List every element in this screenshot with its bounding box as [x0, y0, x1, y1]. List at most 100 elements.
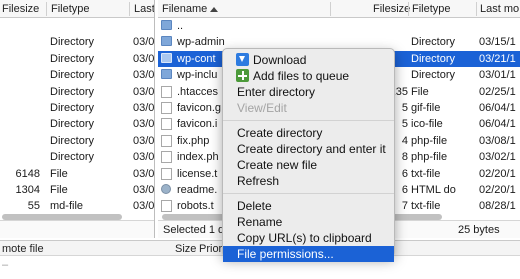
remote-row-last-modified: 03/01/1 [479, 69, 516, 82]
remote-col-last-modified[interactable]: Last mo [480, 3, 519, 15]
remote-row-filesize: 6 [401, 184, 408, 196]
menu-item-label: Refresh [237, 174, 280, 188]
remote-row-last-modified: 03/15/1 [479, 36, 516, 49]
local-file-row[interactable]: 55 md-file 03/0 [0, 198, 154, 214]
local-row-filetype: Directory [50, 118, 95, 131]
file-icon [161, 200, 172, 213]
remote-row-filesize: 8 [401, 151, 408, 164]
menu-item-label: Enter directory [237, 85, 316, 99]
remote-col-filetype[interactable]: Filetype [412, 3, 451, 15]
remote-row-last-modified: 02/20/1 [479, 167, 516, 180]
local-file-pane[interactable]: Filesize Filetype Last Directory 03/0 Dire… [0, 0, 155, 238]
remote-col-filesize[interactable]: Filesize [373, 3, 410, 15]
remote-row-filetype: gif-file [411, 102, 441, 114]
menu-item-add-files-to-queue[interactable]: Add files to queue [223, 68, 394, 84]
queue-col-size[interactable]: Size [175, 243, 196, 255]
remote-status-text: Selected 1 d [163, 224, 225, 236]
download-icon [236, 53, 249, 66]
file-icon [161, 102, 172, 114]
menu-item-enter-directory[interactable]: Enter directory [223, 84, 394, 100]
menu-item-file-permissions[interactable]: File permissions... [223, 246, 394, 262]
local-col-filetype[interactable]: Filetype [51, 3, 90, 15]
menu-item-label: Create directory [237, 126, 323, 140]
remote-row-filesize: 4 [401, 134, 408, 147]
local-row-last-modified: 03/0 [133, 118, 155, 131]
remote-row-last-modified: 06/04/1 [479, 118, 516, 131]
menu-item-view-edit[interactable]: View/Edit [223, 100, 394, 116]
local-status-bar [0, 220, 154, 238]
remote-row-filesize: 7 [401, 200, 408, 213]
context-menu: Download Add files to queue Enter director… [222, 48, 395, 262]
remote-row-last-modified: 06/04/1 [479, 102, 516, 114]
local-file-row[interactable]: 6148 File 03/0 [0, 166, 154, 182]
local-row-last-modified: 03/0 [133, 167, 155, 180]
local-col-last-modified[interactable]: Last [134, 3, 154, 15]
local-row-filetype: Directory [50, 52, 95, 65]
menu-separator [223, 120, 394, 121]
file-icon [161, 167, 172, 180]
menu-item-label: View/Edit [237, 101, 287, 115]
remote-row-filesize: 6 [401, 167, 408, 180]
remote-row-last-modified: 02/20/1 [479, 184, 516, 196]
local-file-row[interactable]: Directory 03/0 [0, 67, 154, 83]
local-file-row[interactable]: Directory 03/0 [0, 116, 154, 132]
remote-row-filetype: ico-file [411, 118, 443, 131]
queue-col-remote-file[interactable]: mote file [2, 243, 44, 255]
local-file-row[interactable]: Directory 03/0 [0, 34, 154, 50]
local-row-filetype: Directory [50, 85, 95, 98]
local-row-filetype: Directory [50, 151, 95, 164]
remote-row-filetype: php-file [411, 151, 448, 164]
menu-item-download[interactable]: Download [223, 52, 394, 68]
remote-row-filename: .htacces [177, 85, 218, 98]
local-file-row[interactable] [0, 18, 154, 34]
local-row-filesize: 6148 [15, 167, 40, 180]
remote-row-filename: favicon.g [177, 102, 222, 114]
menu-item-label: Create directory and enter it [237, 142, 386, 156]
local-row-last-modified: 03/0 [133, 200, 155, 213]
remote-row-filetype: txt-file [411, 200, 441, 213]
local-file-row[interactable]: Directory 03/0 [0, 133, 154, 149]
local-col-filesize[interactable]: Filesize [2, 3, 39, 15]
local-row-last-modified: 03/0 [133, 85, 155, 98]
menu-item-delete[interactable]: Delete [223, 198, 394, 214]
queue-col-priority[interactable]: Prior [199, 243, 222, 255]
remote-row-filetype: Directory [411, 36, 456, 49]
local-row-last-modified: 03/0 [133, 36, 155, 49]
remote-row-last-modified: 02/25/1 [479, 85, 516, 98]
menu-item-copy-url-s-to-clipboard[interactable]: Copy URL(s) to clipboard [223, 230, 394, 246]
remote-col-filename[interactable]: Filename [162, 3, 207, 15]
local-file-row[interactable]: Directory 03/0 [0, 51, 154, 67]
remote-row-filetype: Directory [411, 69, 456, 82]
file-icon [161, 85, 172, 98]
remote-status-size: 25 bytes [458, 224, 500, 236]
file-icon [161, 151, 172, 164]
folder-icon [161, 36, 172, 47]
local-row-filetype: md-file [50, 200, 84, 213]
remote-row-filename: favicon.i [177, 118, 218, 131]
html-file-icon [161, 184, 171, 194]
menu-item-label: Copy URL(s) to clipboard [237, 231, 372, 245]
remote-file-row[interactable]: .. [158, 18, 520, 34]
local-row-filetype: Directory [50, 36, 95, 49]
menu-item-create-new-file[interactable]: Create new file [223, 157, 394, 173]
local-row-filesize: 55 [27, 200, 40, 213]
queue-placeholder-dash: – [2, 259, 9, 271]
remote-row-last-modified: 08/28/1 [479, 200, 516, 213]
local-file-row[interactable]: 1304 File 03/0 [0, 182, 154, 198]
menu-item-rename[interactable]: Rename [223, 214, 394, 230]
file-icon [161, 134, 172, 147]
menu-item-label: Download [253, 53, 307, 67]
local-row-last-modified: 03/0 [133, 69, 155, 82]
local-file-row[interactable]: Directory 03/0 [0, 149, 154, 165]
remote-row-last-modified: 03/02/1 [479, 151, 516, 164]
menu-item-label: Delete [237, 199, 272, 213]
local-row-last-modified: 03/0 [133, 151, 155, 164]
menu-item-refresh[interactable]: Refresh [223, 173, 394, 189]
local-file-row[interactable]: Directory 03/0 [0, 84, 154, 100]
menu-item-create-directory[interactable]: Create directory [223, 125, 394, 141]
local-file-row[interactable]: Directory 03/0 [0, 100, 154, 116]
menu-item-label: File permissions... [237, 247, 334, 261]
menu-item-label: Create new file [237, 158, 318, 172]
menu-item-create-directory-and-enter-it[interactable]: Create directory and enter it [223, 141, 394, 157]
remote-row-filetype: HTML do [411, 184, 456, 196]
